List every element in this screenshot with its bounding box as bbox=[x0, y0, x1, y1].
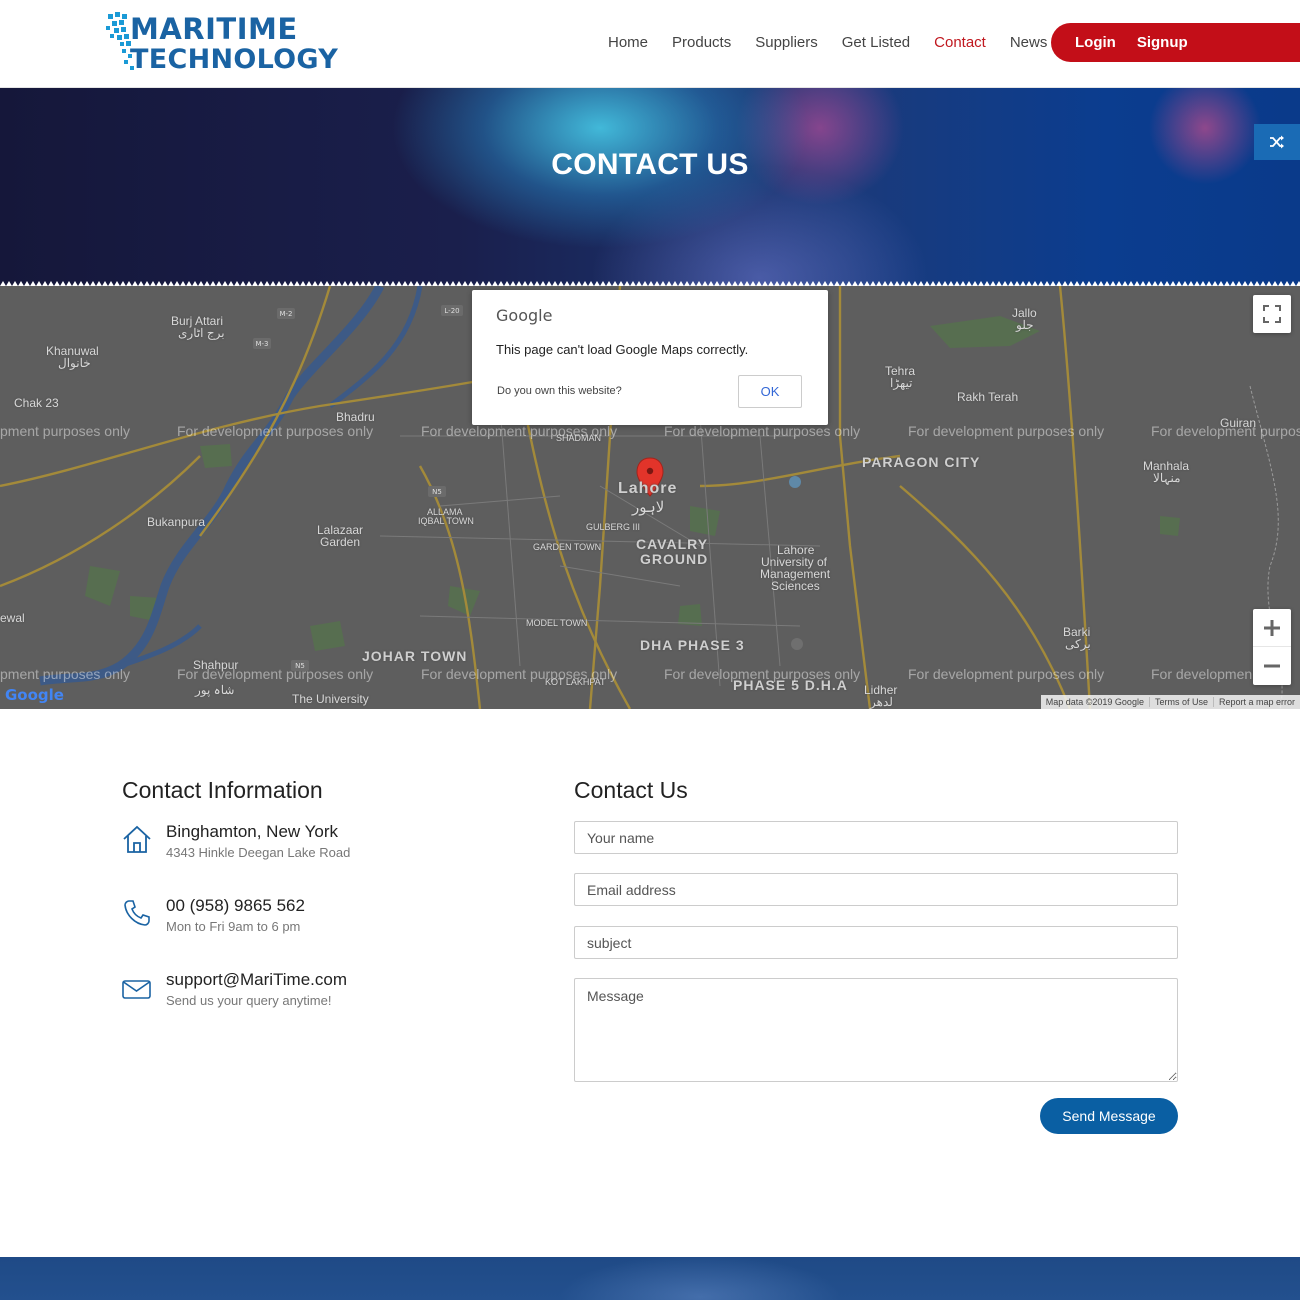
page-title: CONTACT US bbox=[551, 148, 749, 181]
page-banner: CONTACT US bbox=[0, 88, 1300, 286]
nav-home[interactable]: Home bbox=[596, 30, 660, 56]
site-logo[interactable]: MARITIME TECHNOLOGY bbox=[106, 10, 339, 76]
plus-icon bbox=[1264, 619, 1280, 636]
google-logo-text: Google bbox=[5, 686, 64, 704]
map-watermark: For development purposes only bbox=[421, 666, 618, 682]
map-watermark: pment purposes only bbox=[0, 666, 130, 682]
map-place-lahore-ur: لاہور bbox=[632, 499, 665, 516]
subject-input[interactable] bbox=[574, 926, 1178, 959]
contact-info-phone: 00 (958) 9865 562 Mon to Fri 9am to 6 pm bbox=[122, 896, 482, 946]
maps-dialog-message: This page can't load Google Maps correct… bbox=[496, 342, 749, 357]
map-place-lums-4: Sciences bbox=[771, 579, 820, 593]
map-watermark: For development purposes only bbox=[908, 666, 1105, 682]
email-note: Send us your query anytime! bbox=[166, 993, 332, 1008]
svg-text:N5: N5 bbox=[432, 488, 442, 496]
svg-text:L-20: L-20 bbox=[444, 307, 459, 315]
logo-line-1: MARITIME bbox=[130, 12, 298, 46]
svg-text:M-2: M-2 bbox=[279, 310, 292, 318]
map-place-model-town: MODEL TOWN bbox=[526, 618, 588, 628]
svg-text:M-3: M-3 bbox=[255, 340, 268, 348]
map-place-lahore: Lahore bbox=[618, 480, 678, 497]
map-place-ewal: ewal bbox=[0, 611, 25, 625]
map-watermark: For development purpos bbox=[1151, 423, 1300, 439]
map-watermark: For development purposes only bbox=[177, 666, 374, 682]
contact-info-title: Contact Information bbox=[122, 777, 323, 803]
map-place-manhala-ur: منہالا bbox=[1153, 471, 1181, 485]
map-place-cavalry: CAVALRY bbox=[636, 536, 709, 552]
map-place-chak23: Chak 23 bbox=[14, 396, 59, 410]
logo-line-2: TECHNOLOGY bbox=[130, 44, 339, 75]
login-link[interactable]: Login bbox=[1075, 34, 1116, 51]
mail-icon bbox=[122, 980, 151, 999]
name-input[interactable] bbox=[574, 821, 1178, 854]
map-report-error-link[interactable]: Report a map error bbox=[1212, 697, 1300, 707]
map-place-gulberg: GULBERG III bbox=[586, 522, 641, 532]
contact-info-email: support@MariTime.com Send us your query … bbox=[122, 970, 482, 1020]
nav-suppliers[interactable]: Suppliers bbox=[743, 30, 830, 56]
map-watermark: For development purposes only bbox=[421, 423, 618, 439]
maps-dialog-own-link[interactable]: Do you own this website? bbox=[497, 385, 622, 397]
signup-link[interactable]: Signup bbox=[1137, 34, 1188, 51]
map-watermark: For development purposes only bbox=[664, 666, 861, 682]
map-place-lidher-ur: لدھر bbox=[870, 695, 893, 709]
map-place-paragon: PARAGON CITY bbox=[862, 454, 981, 470]
map-place-johar-town: JOHAR TOWN bbox=[362, 648, 468, 664]
phone-icon bbox=[124, 900, 150, 926]
maps-dialog-ok-button[interactable]: OK bbox=[738, 375, 802, 408]
map-place-bukanpura: Bukanpura bbox=[147, 515, 206, 529]
map-fullscreen-button[interactable] bbox=[1253, 295, 1291, 333]
nav-products[interactable]: Products bbox=[660, 30, 743, 56]
site-footer bbox=[0, 1257, 1300, 1300]
map-place-barki-ur: برکی bbox=[1065, 637, 1091, 651]
map-zoom-in-button[interactable] bbox=[1253, 609, 1291, 647]
map-terms-link[interactable]: Terms of Use bbox=[1148, 697, 1213, 707]
map-footer: Map data ©2019 Google Terms of Use Repor… bbox=[1040, 695, 1300, 709]
map-place-dha3: DHA PHASE 3 bbox=[640, 637, 745, 653]
shuffle-icon bbox=[1270, 135, 1284, 149]
address-street: 4343 Hinkle Deegan Lake Road bbox=[166, 845, 351, 860]
map-place-bhadru: Bhadru bbox=[336, 410, 375, 424]
map-place-iqbal-town: IQBAL TOWN bbox=[418, 516, 474, 526]
phone-number[interactable]: 00 (958) 9865 562 bbox=[166, 896, 305, 916]
map-watermark: For developmen bbox=[1151, 666, 1253, 682]
send-message-button[interactable]: Send Message bbox=[1040, 1098, 1178, 1134]
map-place-garden: Garden bbox=[320, 535, 361, 549]
nav-contact[interactable]: Contact bbox=[922, 30, 998, 56]
fullscreen-icon bbox=[1263, 305, 1281, 323]
map-place-burj-attari-ur: برج اٹاری bbox=[178, 326, 225, 340]
main-nav: Home Products Suppliers Get Listed Conta… bbox=[596, 30, 1059, 56]
map-watermark: pment purposes only bbox=[0, 423, 130, 439]
map-watermark: For development purposes only bbox=[908, 423, 1105, 439]
site-header: MARITIME TECHNOLOGY Home Products Suppli… bbox=[0, 0, 1300, 88]
map-place-khanuwal-ur: خانوال bbox=[58, 356, 91, 370]
map-zoom-controls bbox=[1253, 609, 1291, 685]
auth-bar: Login Signup bbox=[1051, 23, 1300, 62]
map-place-jallo-ur: جلو bbox=[1016, 318, 1034, 332]
map-place-ground: GROUND bbox=[640, 551, 709, 567]
address-city: Binghamton, New York bbox=[166, 822, 338, 841]
map-watermark: For development purposes only bbox=[177, 423, 374, 439]
map-place-shahpur-ur: شاہ پور bbox=[195, 683, 235, 697]
nav-get-listed[interactable]: Get Listed bbox=[830, 30, 922, 56]
home-icon bbox=[123, 825, 151, 853]
email-address[interactable]: support@MariTime.com bbox=[166, 970, 347, 990]
map-watermark: For development purposes only bbox=[664, 423, 861, 439]
map-place-rakh-terah: Rakh Terah bbox=[957, 390, 1019, 404]
maps-error-dialog: Google This page can't load Google Maps … bbox=[472, 290, 828, 425]
maps-dialog-title: Google bbox=[496, 306, 553, 325]
email-input[interactable] bbox=[574, 873, 1178, 906]
message-textarea[interactable] bbox=[574, 978, 1178, 1082]
map-place-garden-town: GARDEN TOWN bbox=[533, 542, 602, 552]
map-data-credit: Map data ©2019 Google bbox=[1045, 697, 1144, 707]
map-zoom-out-button[interactable] bbox=[1253, 647, 1291, 685]
minus-icon bbox=[1264, 664, 1280, 668]
phone-hours: Mon to Fri 9am to 6 pm bbox=[166, 919, 301, 934]
shuffle-button[interactable] bbox=[1254, 124, 1300, 160]
google-map-logo[interactable]: Google bbox=[5, 686, 64, 704]
map-place-the-university: The University bbox=[292, 692, 369, 706]
contact-form-title: Contact Us bbox=[574, 777, 688, 803]
map-place-tehra-ur: تیھڑا bbox=[890, 376, 913, 390]
contact-info-address: Binghamton, New York 4343 Hinkle Deegan … bbox=[122, 822, 482, 872]
